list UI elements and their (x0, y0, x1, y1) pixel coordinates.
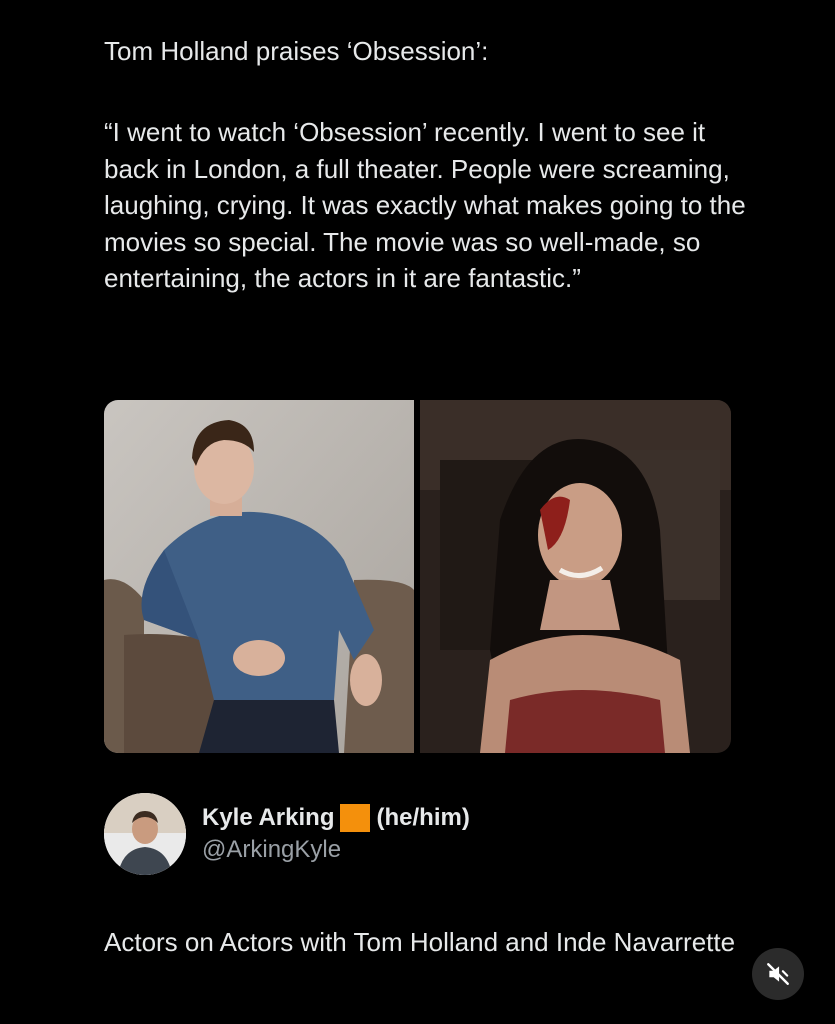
photo-tom-holland[interactable] (104, 400, 414, 753)
volume-muted-icon (767, 963, 789, 985)
film-still-image (420, 400, 731, 753)
mute-toggle-button[interactable] (752, 948, 804, 1000)
orange-square-badge (340, 804, 371, 832)
avatar[interactable] (104, 793, 186, 875)
author-handle[interactable]: @ArkingKyle (202, 835, 470, 865)
post-header: Tom Holland praises ‘Obsession’: (104, 36, 489, 66)
author-name[interactable]: Kyle Arking (202, 803, 334, 833)
person-photo-image (104, 400, 414, 753)
photo-inde-navarrette[interactable] (420, 400, 731, 753)
author-pronouns: (he/him) (376, 804, 470, 831)
media-grid (104, 400, 731, 753)
author-card[interactable]: Kyle Arking (he/him) @ArkingKyle (104, 792, 470, 876)
avatar-image (104, 793, 186, 875)
caption-text: Actors on Actors with Tom Holland and In… (104, 927, 736, 957)
quote-text: “I went to watch ‘Obsession’ recently. I… (104, 117, 746, 293)
